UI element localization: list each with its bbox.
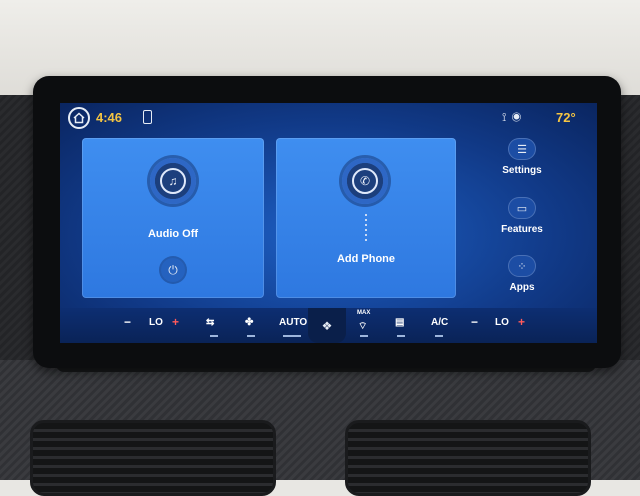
car-icon: ▭ (508, 197, 536, 219)
max-defrost-indicator (360, 335, 368, 337)
climate-seat-icon: ❖ (321, 318, 333, 333)
passenger-temp-down-button[interactable]: − (471, 315, 478, 329)
outside-temperature: 72° (556, 110, 576, 125)
fan-button[interactable]: ✤ (245, 317, 253, 328)
sliders-icon: ☰ (508, 138, 536, 160)
driver-temp-up-button[interactable]: + (172, 315, 179, 329)
driver-temp-display: LO (149, 317, 163, 328)
infotainment-screen: 4:46 ⟟ ◉ 72° ♫ Audio Off ⏻ ✆ Add Phone ☰… (60, 103, 597, 343)
sidebar-item-settings[interactable]: ☰ Settings (482, 138, 562, 188)
sidebar-item-apps[interactable]: ⁘ Apps (482, 255, 562, 305)
audio-card[interactable]: ♫ Audio Off ⏻ (82, 138, 264, 298)
recirculation-button[interactable]: ⇆ (206, 317, 214, 328)
sidebar-label-settings: Settings (502, 165, 542, 176)
power-icon: ⏻ (168, 262, 178, 277)
music-note-icon: ♫ (160, 168, 186, 194)
phone-handset-icon: ✆ (352, 168, 378, 194)
recirculation-icon: ⇆ (206, 317, 215, 328)
climate-menu-button[interactable]: ❖ (308, 308, 346, 343)
driver-temp-down-button[interactable]: − (124, 315, 131, 329)
clock: 4:46 (96, 110, 123, 125)
auto-indicator (283, 335, 301, 337)
ac-indicator (435, 335, 443, 337)
dotted-line (365, 214, 367, 244)
signal-wifi-icon: ⟟ ◉ (502, 110, 523, 124)
status-bar: 4:46 ⟟ ◉ 72° (60, 103, 597, 133)
phone-connect-button[interactable]: ✆ (342, 158, 388, 204)
sidebar-label-apps: Apps (509, 282, 535, 293)
passenger-temp-up-button[interactable]: + (518, 315, 525, 329)
apps-grid-icon: ⁘ (508, 255, 536, 277)
passenger-temp-display: LO (495, 317, 509, 328)
audio-card-label: Audio Off (147, 228, 199, 240)
max-defrost-button[interactable]: ⌔ (358, 320, 367, 333)
sidebar-item-features[interactable]: ▭ Features (482, 197, 562, 247)
home-button[interactable] (68, 107, 90, 129)
phone-card-label: Add Phone (336, 253, 396, 265)
air-vent-right (345, 420, 591, 496)
defrost-front-icon: ⌔ (358, 321, 368, 332)
air-vent-left (30, 420, 276, 496)
audio-source-button[interactable]: ♫ (150, 158, 196, 204)
phone-status-icon (143, 110, 152, 124)
auto-button[interactable]: AUTO (279, 317, 307, 328)
climate-bar: − LO + ⇆ ✤ AUTO ❖ MAX ⌔ ▤ A/C − LO + (60, 308, 597, 343)
fan-indicator (247, 335, 255, 337)
max-defrost-label: MAX (357, 310, 371, 316)
recirculation-indicator (210, 335, 218, 337)
ac-button[interactable]: A/C (431, 317, 448, 328)
sidebar-label-features: Features (501, 224, 543, 235)
rear-defrost-indicator (397, 335, 405, 337)
defrost-rear-icon: ▤ (395, 317, 405, 328)
home-icon (73, 112, 85, 124)
phone-card[interactable]: ✆ Add Phone (276, 138, 456, 298)
audio-power-button[interactable]: ⏻ (161, 258, 185, 282)
fan-icon: ✤ (245, 317, 254, 328)
rear-defrost-button[interactable]: ▤ (395, 317, 404, 328)
